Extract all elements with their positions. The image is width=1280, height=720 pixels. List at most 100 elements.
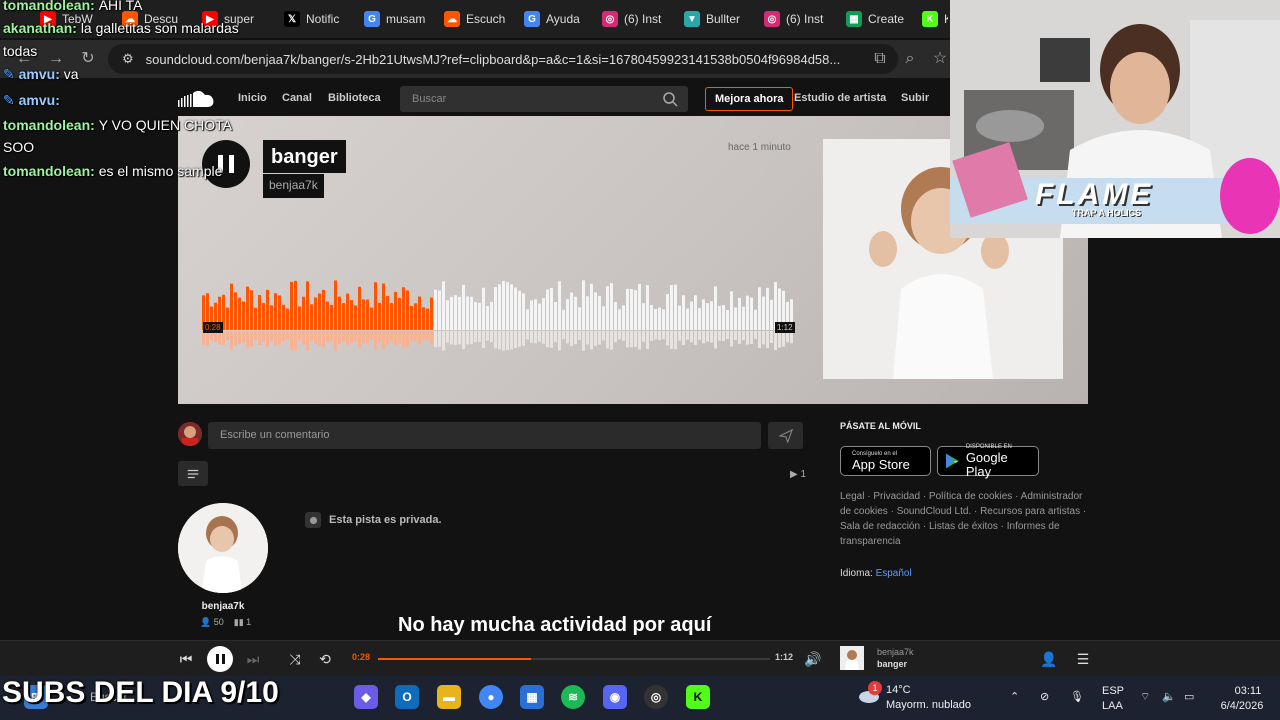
waveform-bar[interactable] bbox=[302, 296, 305, 330]
waveform-bar[interactable] bbox=[522, 293, 525, 330]
waveform-bar[interactable] bbox=[474, 302, 477, 330]
tray-chevron-icon[interactable]: ⌃ bbox=[1010, 690, 1019, 704]
browser-tab[interactable]: ☁ Escuch bbox=[444, 8, 516, 30]
waveform-bar[interactable] bbox=[286, 308, 289, 330]
browser-tab[interactable]: Gmusam bbox=[364, 8, 436, 30]
waveform-bar[interactable] bbox=[590, 283, 593, 330]
waveform-bar[interactable] bbox=[586, 296, 589, 330]
waveform-bar[interactable] bbox=[550, 287, 553, 330]
bookmark-star-icon[interactable]: ☆ bbox=[930, 49, 950, 69]
waveform-bar[interactable] bbox=[326, 301, 329, 330]
spotify-icon[interactable]: ≋ bbox=[561, 685, 585, 709]
waveform-bar[interactable] bbox=[462, 284, 465, 330]
waveform-bar[interactable] bbox=[438, 290, 441, 330]
network-off-icon[interactable]: ⊘ bbox=[1040, 690, 1049, 704]
waveform-bar[interactable] bbox=[578, 307, 581, 330]
waveform-bar[interactable] bbox=[518, 290, 521, 330]
clock-date[interactable]: 6/4/2026 bbox=[1214, 699, 1270, 713]
waveform-bar[interactable] bbox=[758, 287, 761, 330]
chrome-icon[interactable]: ● bbox=[479, 685, 503, 709]
chat-username[interactable]: tomandolean bbox=[3, 163, 90, 179]
waveform-bar[interactable] bbox=[630, 289, 633, 330]
waveform-bar[interactable] bbox=[398, 297, 401, 330]
player-thumbnail[interactable] bbox=[840, 646, 864, 670]
player-title[interactable]: banger bbox=[877, 659, 907, 669]
copilot-icon[interactable]: ◆ bbox=[354, 685, 378, 709]
progress-bar[interactable] bbox=[378, 658, 770, 660]
repeat-icon[interactable]: ⟲ bbox=[316, 650, 334, 668]
waveform-bar[interactable] bbox=[238, 297, 241, 330]
waveform-bar[interactable] bbox=[606, 286, 609, 330]
artist-avatar[interactable] bbox=[178, 503, 268, 593]
waveform-bar[interactable] bbox=[614, 302, 617, 330]
waveform-bar[interactable] bbox=[314, 297, 317, 330]
waveform-bar[interactable] bbox=[446, 300, 449, 330]
waveform-bar[interactable] bbox=[670, 285, 673, 330]
wifi-icon[interactable]: ⌔ bbox=[1140, 690, 1150, 704]
player-artist[interactable]: benjaa7k bbox=[877, 647, 914, 657]
waveform-bar[interactable] bbox=[638, 283, 641, 330]
player-pause-button[interactable] bbox=[207, 646, 233, 672]
nav-home[interactable]: Inicio bbox=[238, 92, 267, 104]
chat-username[interactable]: amvu bbox=[19, 66, 56, 82]
waveform-bar[interactable] bbox=[254, 307, 257, 330]
waveform-bar[interactable] bbox=[642, 303, 645, 330]
waveform-bar[interactable] bbox=[618, 309, 621, 330]
waveform-bar[interactable] bbox=[450, 296, 453, 330]
waveform-bar[interactable] bbox=[402, 287, 405, 330]
waveform-bar[interactable] bbox=[558, 281, 561, 330]
next-up-icon[interactable]: ☰ bbox=[1074, 650, 1092, 668]
waveform-bar[interactable] bbox=[362, 299, 365, 330]
waveform-bar[interactable] bbox=[734, 307, 737, 330]
waveform-bar[interactable] bbox=[366, 299, 369, 330]
waveform-bar[interactable] bbox=[738, 297, 741, 330]
waveform-bar[interactable] bbox=[294, 280, 297, 330]
waveform-bar[interactable] bbox=[430, 297, 433, 330]
track-artist[interactable]: benjaa7k bbox=[263, 174, 324, 198]
waveform-bar[interactable] bbox=[322, 289, 325, 330]
waveform-bar[interactable] bbox=[394, 291, 397, 330]
waveform-bar[interactable] bbox=[718, 305, 721, 330]
chat-username[interactable]: tomandolean bbox=[3, 0, 90, 13]
waveform-bar[interactable] bbox=[414, 303, 417, 330]
language-value[interactable]: Español bbox=[876, 568, 912, 579]
waveform-bar[interactable] bbox=[454, 295, 457, 330]
waveform-bar[interactable] bbox=[742, 306, 745, 330]
waveform-bar[interactable] bbox=[706, 303, 709, 330]
kick-icon[interactable]: K bbox=[686, 685, 710, 709]
discord-icon[interactable]: ◉ bbox=[603, 685, 627, 709]
search-icon[interactable] bbox=[662, 91, 678, 107]
app-store-button[interactable]: Consíguelo en el App Store bbox=[840, 446, 931, 476]
chat-username[interactable]: tomandolean bbox=[3, 117, 90, 133]
reload-icon[interactable]: ↻ bbox=[78, 49, 98, 69]
waveform-bar[interactable] bbox=[490, 301, 493, 330]
waveform-bar[interactable] bbox=[730, 291, 733, 330]
waveform-bar[interactable] bbox=[350, 300, 353, 330]
waveform-bar[interactable] bbox=[374, 282, 377, 330]
waveform-bar[interactable] bbox=[470, 296, 473, 330]
zoom-icon[interactable]: ⌕ bbox=[900, 49, 920, 69]
waveform-bar[interactable] bbox=[310, 304, 313, 330]
shuffle-icon[interactable]: ⤨ bbox=[286, 650, 304, 668]
waveform-bar[interactable] bbox=[258, 295, 261, 330]
browser-tab[interactable]: ▦ Create bbox=[846, 8, 918, 30]
site-settings-icon[interactable]: ⚙ bbox=[122, 51, 134, 67]
waveform-bar[interactable] bbox=[570, 292, 573, 330]
waveform-bar[interactable] bbox=[714, 286, 717, 330]
send-comment-button[interactable] bbox=[768, 422, 803, 449]
browser-tab[interactable]: ◎ (6) Inst bbox=[602, 8, 674, 30]
waveform-bar[interactable] bbox=[370, 307, 373, 330]
waveform[interactable] bbox=[202, 278, 794, 358]
waveform-bar[interactable] bbox=[486, 306, 489, 330]
waveform-bar[interactable] bbox=[250, 290, 253, 330]
chat-username[interactable]: akanathan bbox=[3, 20, 72, 36]
waveform-bar[interactable] bbox=[770, 299, 773, 330]
waveform-bar[interactable] bbox=[318, 293, 321, 330]
waveform-bar[interactable] bbox=[566, 299, 569, 330]
waveform-bar[interactable] bbox=[726, 309, 729, 330]
lang-line2[interactable]: LAA bbox=[1102, 699, 1123, 713]
waveform-bar[interactable] bbox=[342, 303, 345, 330]
outlook-icon[interactable]: O bbox=[395, 685, 419, 709]
waveform-bar[interactable] bbox=[386, 295, 389, 330]
waveform-bar[interactable] bbox=[426, 308, 429, 330]
